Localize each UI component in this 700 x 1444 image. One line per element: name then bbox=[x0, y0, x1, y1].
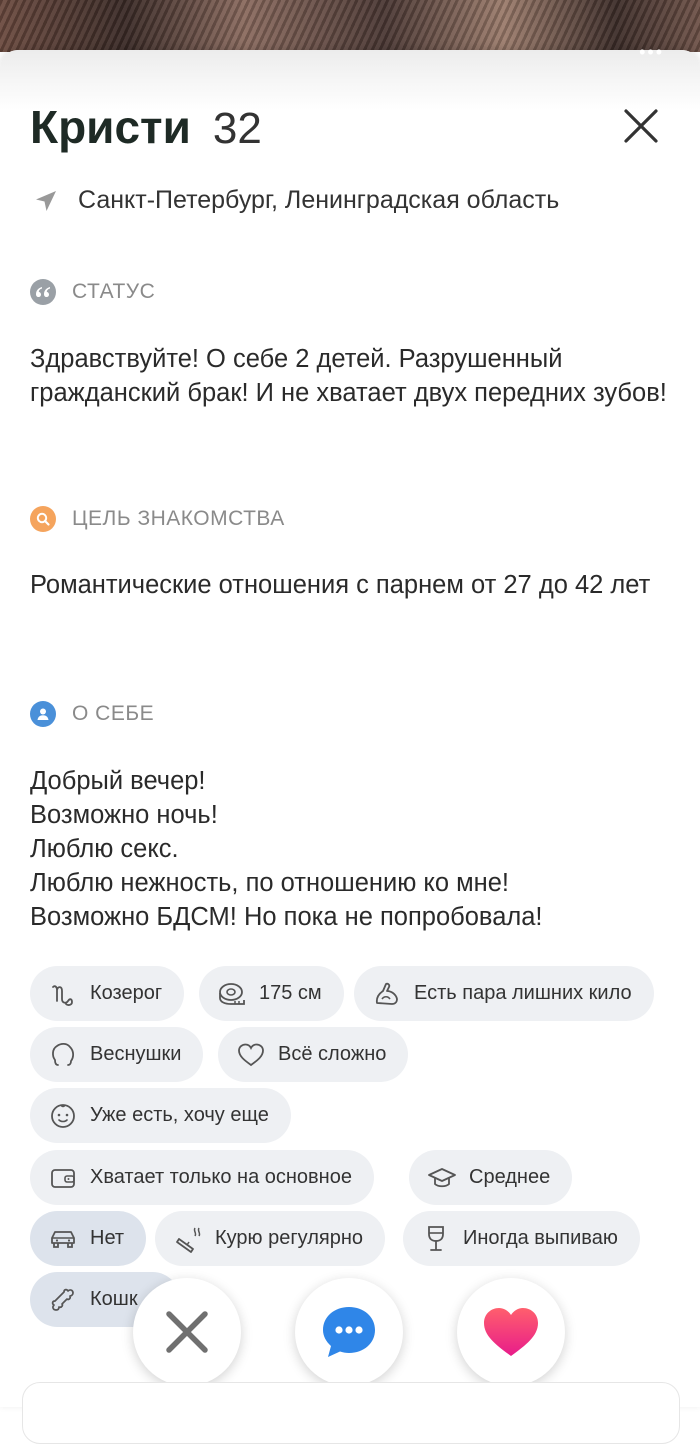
profile-age: 32 bbox=[212, 104, 262, 153]
status-title: СТАТУС bbox=[72, 280, 156, 303]
profile-photo[interactable] bbox=[0, 0, 700, 52]
chip-body-type[interactable]: Есть пара лишних кило bbox=[354, 966, 654, 1021]
chip-zodiac[interactable]: Козерог bbox=[30, 966, 185, 1021]
about-line: Люблю нежность, по отношению ко мне! bbox=[30, 869, 509, 897]
chip-height[interactable]: 175 см bbox=[199, 966, 344, 1021]
goal-text: Романтические отношения с парнем от 27 д… bbox=[30, 571, 651, 599]
location-row: Санкт-Петербург, Ленинградская область bbox=[34, 186, 559, 215]
bottom-card bbox=[22, 1382, 680, 1444]
bone-icon bbox=[51, 1288, 74, 1311]
chip-label: Всё сложно bbox=[278, 1043, 387, 1065]
about-title: О СЕБЕ bbox=[72, 702, 155, 725]
chip-label: Кошк bbox=[90, 1288, 138, 1310]
chip-label: Козерог bbox=[90, 982, 163, 1004]
location-arrow-icon bbox=[36, 190, 56, 211]
chip-label: Веснушки bbox=[90, 1043, 182, 1065]
heart-outline-icon bbox=[238, 1043, 264, 1066]
heart-icon bbox=[484, 1308, 538, 1356]
search-icon bbox=[30, 506, 56, 532]
graduation-cap-icon bbox=[428, 1167, 456, 1187]
chat-bubble-icon bbox=[323, 1307, 375, 1357]
chip-label: Хватает только на основное bbox=[90, 1166, 352, 1188]
chip-car[interactable]: Нет bbox=[30, 1211, 147, 1266]
quote-icon bbox=[30, 279, 56, 305]
person-icon bbox=[30, 701, 56, 727]
chip-label: Курю регулярно bbox=[215, 1227, 363, 1249]
photo-texture bbox=[0, 0, 700, 52]
location-text: Санкт-Петербург, Ленинградская область bbox=[78, 186, 560, 214]
about-line: Добрый вечер! bbox=[30, 767, 206, 795]
chip-relationship[interactable]: Всё сложно bbox=[218, 1027, 409, 1082]
message-button[interactable] bbox=[295, 1278, 403, 1386]
chip-finances[interactable]: Хватает только на основное bbox=[30, 1150, 374, 1205]
capricorn-icon bbox=[52, 984, 73, 1006]
tape-measure-icon bbox=[219, 982, 245, 1005]
chip-alcohol[interactable]: Иногда выпиваю bbox=[403, 1211, 640, 1266]
about-line: Возможно БДСМ! Но пока не попробовала! bbox=[30, 903, 543, 931]
weight-icon bbox=[375, 982, 398, 1005]
name-age-row: Кристи 32 bbox=[30, 100, 262, 154]
wine-glass-icon bbox=[428, 1225, 444, 1251]
dislike-button[interactable] bbox=[133, 1278, 241, 1386]
goal-section-header: ЦЕЛЬ ЗНАКОМСТВА bbox=[30, 506, 285, 532]
about-section-header: О СЕБЕ bbox=[30, 701, 154, 727]
chip-children[interactable]: Уже есть, хочу еще bbox=[30, 1088, 291, 1143]
face-outline-icon bbox=[52, 1042, 75, 1066]
chip-label: Есть пара лишних кило bbox=[414, 982, 632, 1004]
profile-name: Кристи bbox=[30, 101, 191, 153]
about-line: Люблю секс. bbox=[30, 835, 179, 863]
chip-education[interactable]: Среднее bbox=[409, 1150, 573, 1205]
chip-label: Иногда выпиваю bbox=[463, 1227, 618, 1249]
status-section-header: СТАТУС bbox=[30, 279, 155, 305]
chip-label: 175 см bbox=[259, 982, 322, 1004]
more-options-icon[interactable]: ••• bbox=[639, 42, 664, 63]
car-icon bbox=[51, 1230, 75, 1248]
chip-smoking[interactable]: Курю регулярно bbox=[155, 1211, 385, 1266]
status-text: Здравствуйте! О себе 2 детей. Разрушенны… bbox=[30, 345, 667, 407]
about-text: Добрый вечер! Возможно ночь! Люблю секс.… bbox=[30, 764, 680, 934]
chip-appearance[interactable]: Веснушки bbox=[30, 1027, 204, 1082]
chip-label: Среднее bbox=[469, 1166, 551, 1188]
wallet-icon bbox=[51, 1168, 75, 1188]
cigarette-icon bbox=[176, 1227, 201, 1253]
cross-icon bbox=[166, 1311, 208, 1353]
baby-icon bbox=[51, 1103, 75, 1128]
chip-label: Уже есть, хочу еще bbox=[90, 1104, 269, 1126]
like-button[interactable] bbox=[457, 1278, 565, 1386]
goal-title: ЦЕЛЬ ЗНАКОМСТВА bbox=[72, 507, 285, 530]
close-icon[interactable] bbox=[622, 107, 660, 145]
chip-label: Нет bbox=[90, 1227, 125, 1249]
about-line: Возможно ночь! bbox=[30, 801, 218, 829]
